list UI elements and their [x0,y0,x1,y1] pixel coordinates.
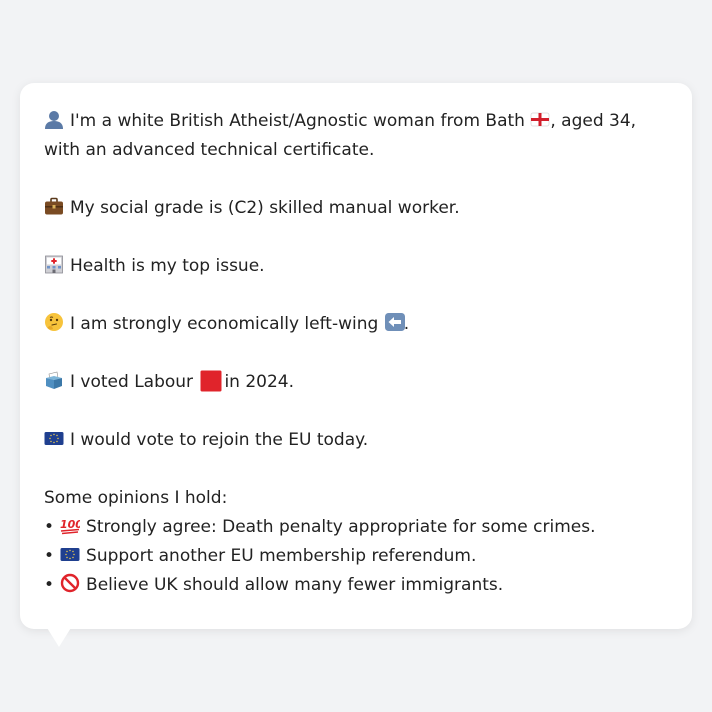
opinions-heading: Some opinions I hold: [44,488,228,508]
bullet: • [44,517,55,537]
profile-card: I'm a white British Atheist/Agnostic wom… [20,83,692,629]
red-square-icon [200,370,222,392]
vote-text-b: in 2024. [224,372,295,392]
hospital-icon [44,254,64,274]
grade-line: My social grade is (C2) skilled manual w… [44,194,668,223]
vote-line: I voted Labour in 2024. [44,368,668,397]
speech-bubble-tail [44,623,74,647]
bust-silhouette-icon [44,109,64,129]
thinking-face-icon [44,312,64,332]
economic-text: I am strongly economically left-wing [70,314,379,334]
ballot-box-icon [44,370,64,390]
opinion-item: • Believe UK should allow many fewer imm… [44,571,668,600]
eu-line: I would vote to rejoin the EU today. [44,426,668,455]
left-arrow-icon [384,312,405,332]
bullet: • [44,546,55,566]
issue-text: Health is my top issue. [70,256,265,276]
vote-text-a: I voted Labour [70,372,194,392]
grade-text: My social grade is (C2) skilled manual w… [70,198,460,218]
opinion-item: • 100 Strongly agree: Death penalty appr… [44,513,668,542]
issue-line: Health is my top issue. [44,252,668,281]
opinion-text: Believe UK should allow many fewer immig… [86,575,504,595]
england-flag-icon [530,109,550,129]
prohibited-icon [60,573,80,593]
opinion-text: Support another EU membership referendum… [86,546,477,566]
eu-flag-icon [44,428,64,448]
opinion-item: • Support another EU membership referend… [44,542,668,571]
opinion-text: Strongly agree: Death penalty appropriat… [86,517,596,537]
intro-line: I'm a white British Atheist/Agnostic wom… [44,107,668,165]
briefcase-icon [44,196,64,216]
hundred-points-icon: 100 [60,515,80,535]
bullet: • [44,575,55,595]
eu-flag-icon [60,544,80,564]
intro-text-a: I'm a white British Atheist/Agnostic wom… [70,111,525,131]
economic-line: I am strongly economically left-wing . [44,310,668,339]
eu-text: I would vote to rejoin the EU today. [70,430,369,450]
